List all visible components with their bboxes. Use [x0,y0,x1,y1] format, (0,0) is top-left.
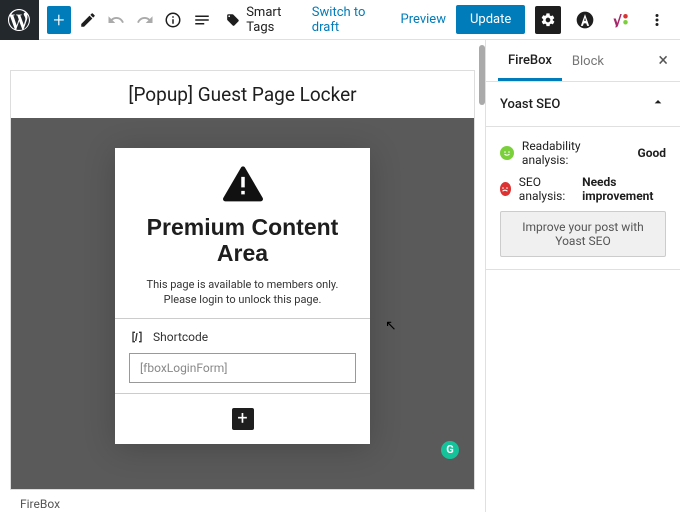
smart-tags-button[interactable]: Smart Tags [218,1,312,39]
tag-icon [226,12,240,28]
smile-icon [500,146,514,160]
yoast-icon[interactable] [608,6,634,34]
scrollbar[interactable] [479,45,485,105]
canvas: [Popup] Guest Page Locker Premium Conten… [10,70,475,490]
more-icon[interactable] [644,6,670,34]
preview-link[interactable]: Preview [401,12,446,27]
seo-label: SEO analysis: [519,175,574,203]
add-block-button[interactable]: + [47,6,72,34]
info-icon[interactable] [161,6,186,34]
smart-tags-label: Smart Tags [246,5,304,35]
warning-icon [222,164,264,202]
readability-value: Good [638,146,666,160]
popup-top: Premium Content Area This page is availa… [115,148,370,318]
yoast-panel-title: Yoast SEO [500,97,560,112]
shortcode-block[interactable]: Shortcode [115,318,370,394]
update-button[interactable]: Update [456,5,525,34]
sidebar-tabs: FireBox Block × [486,40,680,82]
close-sidebar-icon[interactable]: × [658,50,668,71]
wp-logo[interactable] [0,0,39,40]
toolbar-right: Switch to draft Preview Update [312,5,670,35]
yoast-panel-head[interactable]: Yoast SEO [486,82,680,127]
popup-box: Premium Content Area This page is availa… [115,148,370,444]
plugin-a-icon[interactable] [571,6,597,34]
shortcode-head: Shortcode [129,329,356,345]
popup-heading[interactable]: Premium Content Area [131,214,354,267]
seo-value: Needs improvement [582,175,666,203]
yoast-panel-body: Readability analysis: Good SEO analysis:… [486,127,680,270]
tab-block[interactable]: Block [562,42,614,79]
shortcode-input[interactable] [129,353,356,383]
editor-toolbar: + Smart Tags Switch to draft Preview Upd… [0,0,680,40]
footer-brand: FireBox [10,490,475,518]
toolbar-left: + Smart Tags [39,1,312,39]
popup-subtext[interactable]: This page is available to members only. … [131,277,354,308]
undo-icon[interactable] [104,6,129,34]
sidebar: FireBox Block × Yoast SEO Readability an… [485,40,680,512]
main-area: [Popup] Guest Page Locker Premium Conten… [0,40,680,512]
edit-icon[interactable] [75,6,100,34]
redo-icon[interactable] [132,6,157,34]
tab-firebox[interactable]: FireBox [498,41,562,81]
add-inner-block-button[interactable]: + [232,408,254,430]
shortcode-label: Shortcode [153,330,208,344]
canvas-wrap: [Popup] Guest Page Locker Premium Conten… [0,40,485,512]
canvas-body: Premium Content Area This page is availa… [11,118,474,489]
readability-row[interactable]: Readability analysis: Good [500,139,666,167]
settings-icon[interactable] [535,6,561,34]
shortcode-icon [129,329,145,345]
improve-button[interactable]: Improve your post with Yoast SEO [500,211,666,257]
frown-icon [500,182,511,196]
outline-icon[interactable] [190,6,215,34]
popup-footer: + [115,394,370,444]
grammarly-icon[interactable]: G [441,441,459,459]
seo-row[interactable]: SEO analysis: Needs improvement [500,175,666,203]
cursor-icon: ↖ [385,318,397,334]
page-title[interactable]: [Popup] Guest Page Locker [11,71,474,118]
readability-label: Readability analysis: [522,139,630,167]
chevron-up-icon [650,94,666,114]
switch-draft-link[interactable]: Switch to draft [312,5,391,35]
